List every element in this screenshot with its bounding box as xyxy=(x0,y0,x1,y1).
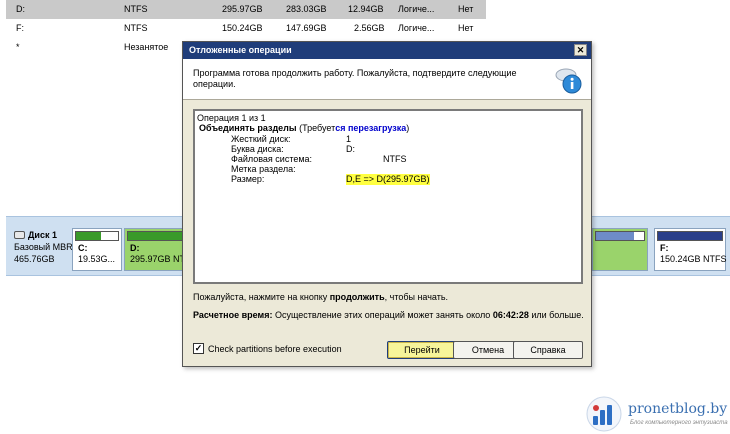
partition-name: D: xyxy=(16,4,25,14)
help-button[interactable]: Справка xyxy=(513,341,583,359)
partition-name: * xyxy=(16,42,20,52)
partition-block-label: D: xyxy=(130,243,140,253)
usage-bar xyxy=(75,231,119,241)
table-row[interactable]: D: NTFS 295.97GB 283.03GB 12.94GB Логиче… xyxy=(6,0,486,19)
watermark-title: pronetblog.by xyxy=(628,401,728,417)
usage-fill xyxy=(596,232,635,240)
partition-status: Нет xyxy=(458,23,474,33)
check-partitions-label: Check partitions before execution xyxy=(208,343,342,354)
field-label: Размер: xyxy=(231,174,265,184)
field-value: NTFS xyxy=(383,154,407,164)
watermark-subtitle: Блог компьютерного энтузиаста xyxy=(630,420,728,426)
reboot-prefix: (Требует xyxy=(299,123,336,133)
partition-block-d[interactable]: D: 295.97GB NTFS xyxy=(124,228,197,271)
partition-used: 283.03GB xyxy=(286,4,327,14)
partition-capacity: 150.24GB xyxy=(222,23,263,33)
instruction-bold: продолжить xyxy=(329,292,385,302)
partition-fs: NTFS xyxy=(124,23,148,33)
operation-title: Объединять разделы (Требуется перезагруз… xyxy=(199,123,409,134)
check-partitions-checkbox[interactable]: ✓ xyxy=(193,343,204,354)
disk-label: Диск 1 xyxy=(28,230,57,240)
close-button[interactable]: ✕ xyxy=(574,44,587,56)
usage-fill xyxy=(128,232,186,240)
partition-used: 147.69GB xyxy=(286,23,327,33)
operations-list[interactable]: Операция 1 из 1 Объединять разделы (Треб… xyxy=(193,109,583,284)
partition-block-size: 150.24GB NTFS xyxy=(660,254,727,264)
disk-type: Базовый MBR xyxy=(14,242,73,252)
info-icon xyxy=(555,68,582,94)
dialog-title: Отложенные операции xyxy=(189,45,292,55)
estimate-label: Расчетное время: xyxy=(193,310,273,320)
disk-icon xyxy=(14,231,25,239)
partition-block-label: C: xyxy=(78,243,88,253)
field-value: D: xyxy=(346,144,355,154)
partition-block-label: F: xyxy=(660,243,669,253)
pronetblog-logo-icon xyxy=(586,396,622,432)
partition-type: Логиче... xyxy=(398,4,435,14)
partition-block-e[interactable] xyxy=(592,228,648,271)
instruction-text: Пожалуйста, нажмите на кнопку продолжить… xyxy=(193,292,448,303)
partition-fs: Незанятое xyxy=(124,42,169,52)
disk-size: 465.76GB xyxy=(14,254,55,264)
proceed-button[interactable]: Перейти xyxy=(387,341,457,359)
pending-operations-dialog: Отложенные операции ✕ Программа готова п… xyxy=(182,41,592,367)
partition-fs: NTFS xyxy=(124,4,148,14)
estimate-prefix: Осуществление этих операций может занять… xyxy=(272,310,493,320)
partition-block-size: 19.53G... xyxy=(78,254,116,264)
reboot-suffix: ) xyxy=(406,123,410,133)
partition-capacity: 295.97GB xyxy=(222,4,263,14)
header-text: Программа готова продолжить работу. Пожа… xyxy=(193,68,517,89)
dialog-header: Программа готова продолжить работу. Пожа… xyxy=(183,59,591,100)
instruction-prefix: Пожалуйста, нажмите на кнопку xyxy=(193,292,330,302)
size-value: D,E => D(295.97GB) xyxy=(346,174,430,185)
estimate-time: 06:42:28 xyxy=(492,310,529,320)
dialog-titlebar[interactable]: Отложенные операции ✕ xyxy=(183,42,591,59)
usage-bar xyxy=(595,231,645,241)
usage-bar xyxy=(127,231,187,241)
partition-block-c[interactable]: C: 19.53G... xyxy=(72,228,122,271)
operation-name: Объединять разделы xyxy=(199,123,297,133)
estimate-suffix: или больше. xyxy=(528,310,584,320)
usage-fill xyxy=(76,232,102,240)
instruction-suffix: , чтобы начать. xyxy=(384,292,449,302)
partition-name: F: xyxy=(16,23,24,33)
reboot-required: ся перезагрузка xyxy=(335,123,407,133)
disk-info[interactable]: Диск 1 Базовый MBR 465.76GB xyxy=(14,229,73,265)
partition-type: Логиче... xyxy=(398,23,435,33)
partition-block-f[interactable]: F: 150.24GB NTFS xyxy=(654,228,727,271)
check-partitions-option[interactable]: ✓ Check partitions before execution xyxy=(193,343,342,354)
usage-bar xyxy=(657,231,723,241)
partition-free: 12.94GB xyxy=(348,4,384,14)
partition-status: Нет xyxy=(458,4,474,14)
partition-free: 2.56GB xyxy=(354,23,385,33)
watermark: pronetblog.by Блог компьютерного энтузиа… xyxy=(586,396,728,432)
usage-fill xyxy=(658,232,722,240)
estimate-text: Расчетное время: Осуществление этих опер… xyxy=(193,310,584,321)
table-row[interactable]: F: NTFS 150.24GB 147.69GB 2.56GB Логиче.… xyxy=(6,19,486,38)
